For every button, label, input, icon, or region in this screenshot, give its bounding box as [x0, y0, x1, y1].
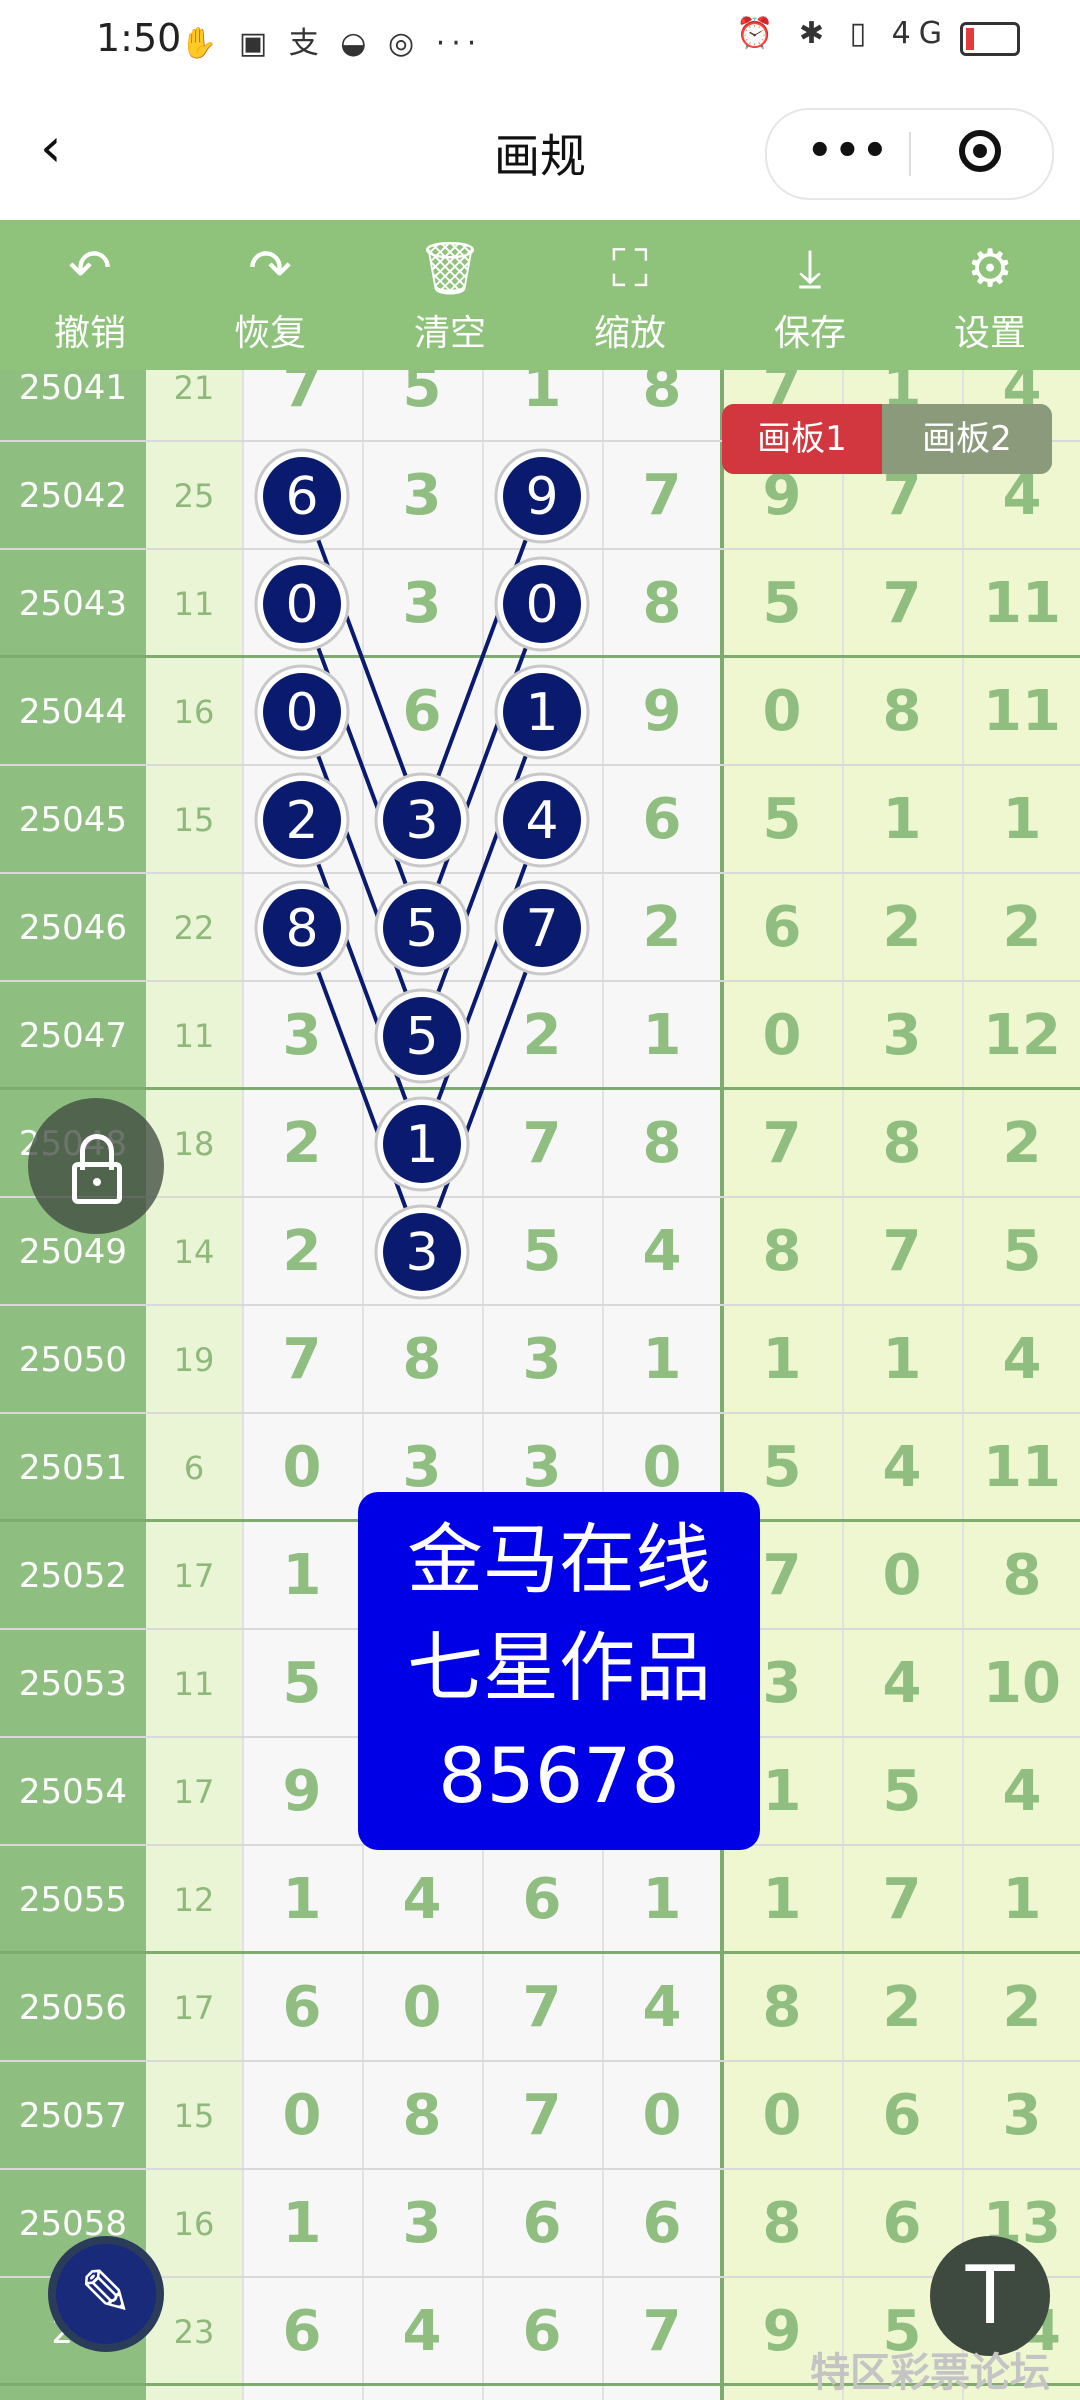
status-time: 1:50 [96, 16, 182, 60]
pen-icon: ✎ [79, 2257, 133, 2331]
undo-button[interactable]: ↶ 撤销 [0, 220, 180, 370]
marked-number: 1 [494, 664, 590, 760]
marked-number: 3 [374, 1204, 470, 1300]
watermark-line-2: 七星作品 [407, 1623, 711, 1712]
marked-number: 0 [494, 556, 590, 652]
status-notification-icons: ✋ ▣ 支 ◒ ◎ ··· [180, 26, 483, 61]
lock-button[interactable] [28, 1098, 164, 1234]
watermark-box: 金马在线 七星作品 85678 [358, 1492, 760, 1850]
title-bar: ‹ 画规 ••• [0, 78, 1080, 220]
status-bar: 1:50 ✋ ▣ 支 ◒ ◎ ··· ⏰ ✱ ▯ 4G [0, 0, 1080, 78]
toolbar: ↶ 撤销 ↷ 恢复 🗑 清空 ⛶ 缩放 ⤓ 保存 ⚙ 设置 [0, 220, 1080, 370]
marked-number-label: 0 [285, 575, 318, 635]
mini-program-capsule: ••• [765, 108, 1054, 200]
gear-icon: ⚙ [966, 239, 1014, 299]
save-label: 保存 [773, 313, 846, 354]
marked-number: 2 [254, 772, 350, 868]
marked-number-label: 7 [525, 899, 558, 959]
settings-label: 设置 [953, 313, 1026, 354]
marked-number-label: 4 [525, 791, 558, 851]
marked-number: 5 [374, 988, 470, 1084]
marked-number-label: 5 [405, 1007, 438, 1067]
marked-number: 0 [254, 556, 350, 652]
drawn-pattern: 6 9 0 0 0 1 2 3 4 8 5 7 5 1 3 [254, 448, 590, 1300]
drawing-grid[interactable]: 2504121751871425042256397974250431103085… [0, 370, 1080, 2400]
zoom-button[interactable]: ⛶ 缩放 [540, 220, 720, 370]
status-system-icons: ⏰ ✱ ▯ 4G [736, 16, 950, 51]
marked-number-label: 8 [285, 899, 318, 959]
marked-number: 1 [374, 1096, 470, 1192]
save-button[interactable]: ⤓ 保存 [720, 220, 900, 370]
marked-number-label: 6 [285, 467, 318, 527]
pen-tool-button[interactable]: ✎ [48, 2236, 164, 2352]
marked-number-label: 1 [405, 1115, 438, 1175]
text-icon: T [965, 2249, 1015, 2342]
text-tool-button[interactable]: T [930, 2236, 1050, 2356]
marked-number: 5 [374, 880, 470, 976]
marked-number: 7 [494, 880, 590, 976]
clear-label: 清空 [413, 313, 486, 354]
redo-button[interactable]: ↷ 恢复 [180, 220, 360, 370]
download-icon: ⤓ [798, 239, 822, 299]
marked-number: 4 [494, 772, 590, 868]
marked-number-label: 9 [525, 467, 558, 527]
undo-label: 撤销 [53, 313, 126, 354]
zoom-label: 缩放 [593, 313, 666, 354]
lock-keyhole [93, 1178, 101, 1186]
capsule-divider [909, 132, 911, 176]
watermark-line-3: 85678 [438, 1731, 680, 1820]
marked-number: 9 [494, 448, 590, 544]
marked-number-label: 0 [525, 575, 558, 635]
battery-icon [960, 22, 1020, 56]
clear-button[interactable]: 🗑 清空 [360, 220, 540, 370]
zoom-icon: ⛶ [611, 239, 649, 299]
marked-number: 6 [254, 448, 350, 544]
undo-icon: ↶ [68, 239, 112, 299]
trash-icon: 🗑 [416, 239, 483, 299]
marked-number-label: 2 [285, 791, 318, 851]
forum-logo-watermark: 特区彩票论坛 [810, 2350, 1050, 2396]
redo-label: 恢复 [233, 313, 306, 354]
close-target-icon[interactable] [959, 130, 1001, 172]
board-switcher: 画板1 画板2 [722, 404, 1052, 474]
marked-number: 0 [254, 664, 350, 760]
marked-number-label: 5 [405, 899, 438, 959]
marked-number-label: 3 [405, 791, 438, 851]
marked-number: 3 [374, 772, 470, 868]
marked-number-label: 0 [285, 683, 318, 743]
settings-button[interactable]: ⚙ 设置 [900, 220, 1080, 370]
more-button[interactable]: ••• [807, 128, 890, 174]
watermark-line-1: 金马在线 [407, 1515, 711, 1604]
board-1-tab[interactable]: 画板1 [722, 404, 882, 474]
marked-number: 8 [254, 880, 350, 976]
marked-number-label: 3 [405, 1223, 438, 1283]
board-2-tab[interactable]: 画板2 [882, 404, 1052, 474]
marked-number-label: 1 [525, 683, 558, 743]
redo-icon: ↷ [248, 239, 292, 299]
